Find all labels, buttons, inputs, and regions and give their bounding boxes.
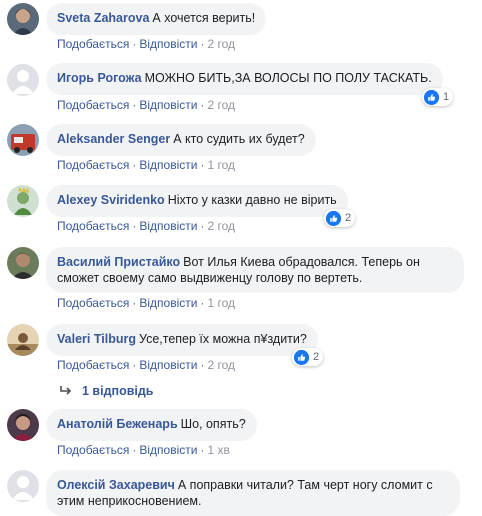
comment-bubble: Василий Пристайко Вот Илья Киева обрадова… xyxy=(46,247,464,293)
comment-author[interactable]: Valeri Tilburg xyxy=(57,332,136,346)
reaction-count: 1 xyxy=(443,91,450,103)
comment-time[interactable]: 1 год xyxy=(207,158,235,172)
comment-bubble: Sveta Zaharova А хочется верить! xyxy=(46,3,267,35)
separator: · xyxy=(132,37,137,51)
separator: · xyxy=(200,296,205,310)
like-icon xyxy=(424,89,439,105)
comment-author[interactable]: Анатолій Беженарь xyxy=(57,417,178,431)
comment-actions: Подобається · Відповісти · 1 год xyxy=(57,158,235,172)
like-link[interactable]: Подобається xyxy=(57,219,129,233)
comment-author[interactable]: Игорь Рогожа xyxy=(57,71,142,85)
comment-time[interactable]: 1 хв xyxy=(207,443,229,457)
avatar[interactable] xyxy=(7,64,39,96)
avatar[interactable] xyxy=(7,247,39,279)
comment-time[interactable]: 2 год xyxy=(207,219,235,233)
reply-link[interactable]: Відповісти xyxy=(139,158,197,172)
comment-actions: Подобається · Відповісти · 1 год xyxy=(57,296,235,310)
like-link[interactable]: Подобається xyxy=(57,98,129,112)
reply-link[interactable]: Відповісти xyxy=(139,443,197,457)
comment-time[interactable]: 2 год xyxy=(207,98,235,112)
comment-text: Усе,тепер їх можна п¥здити? xyxy=(138,332,307,346)
separator: · xyxy=(200,358,205,372)
separator: · xyxy=(132,443,137,457)
reply-link[interactable]: Відповісти xyxy=(139,37,197,51)
reply-link[interactable]: Відповісти xyxy=(139,98,197,112)
comment-bubble: Alexey Sviridenko Ніхто у казки давно не … xyxy=(46,185,348,217)
reaction-count: 2 xyxy=(313,351,320,363)
comment-time[interactable]: 1 год xyxy=(207,296,235,310)
separator: · xyxy=(132,158,137,172)
avatar[interactable] xyxy=(7,3,39,35)
replies-count[interactable]: 1 відповідь xyxy=(82,384,153,398)
comment-bubble: Анатолій Беженарь Шо, опять? xyxy=(46,409,257,441)
separator: · xyxy=(200,98,205,112)
avatar[interactable] xyxy=(7,409,39,441)
reaction-badge[interactable]: 1 xyxy=(422,88,454,106)
avatar[interactable] xyxy=(7,185,39,217)
like-link[interactable]: Подобається xyxy=(57,158,129,172)
reply-link[interactable]: Відповісти xyxy=(139,219,197,233)
separator: · xyxy=(200,37,205,51)
like-link[interactable]: Подобається xyxy=(57,37,129,51)
avatar[interactable] xyxy=(7,124,39,156)
like-link[interactable]: Подобається xyxy=(57,443,129,457)
separator: · xyxy=(200,219,205,233)
comment-bubble: Aleksander Senger А кто судить их будет? xyxy=(46,124,316,156)
reaction-badge[interactable]: 2 xyxy=(292,348,324,366)
separator: · xyxy=(132,219,137,233)
comment-author[interactable]: Олексій Захаревич xyxy=(57,478,175,492)
reaction-count: 2 xyxy=(345,212,352,224)
comment-time[interactable]: 2 год xyxy=(207,37,235,51)
comment-author[interactable]: Aleksander Senger xyxy=(57,132,170,146)
comment-text: А хочется верить! xyxy=(152,11,256,25)
like-icon xyxy=(326,210,341,226)
reaction-badge[interactable]: 2 xyxy=(324,209,356,227)
comment-bubble: Valeri Tilburg Усе,тепер їх можна п¥здити… xyxy=(46,324,318,356)
separator: · xyxy=(132,358,137,372)
comment-bubble: Олексій Захаревич А поправки читали? Там … xyxy=(46,470,460,516)
reply-arrow-icon xyxy=(60,384,72,398)
comment-actions: Подобається · Відповісти · 1 хв xyxy=(57,443,230,457)
like-link[interactable]: Подобається xyxy=(57,358,129,372)
reply-link[interactable]: Відповісти xyxy=(139,296,197,310)
like-link[interactable]: Подобається xyxy=(57,296,129,310)
comment-time[interactable]: 2 год xyxy=(207,358,235,372)
separator: · xyxy=(132,296,137,310)
comment-actions: Подобається · Відповісти · 2 год xyxy=(57,37,235,51)
comment-author[interactable]: Alexey Sviridenko xyxy=(57,193,165,207)
comment-text: МОЖНО БИТЬ,ЗА ВОЛОСЫ ПО ПОЛУ ТАСКАТЬ. xyxy=(144,71,432,85)
avatar[interactable] xyxy=(7,470,39,502)
comment-author[interactable]: Василий Пристайко xyxy=(57,255,180,269)
comment-text: Ніхто у казки давно не вірить xyxy=(167,193,337,207)
separator: · xyxy=(200,158,205,172)
separator: · xyxy=(200,443,205,457)
comment-text: А кто судить их будет? xyxy=(173,132,305,146)
avatar[interactable] xyxy=(7,324,39,356)
comment-bubble: Игорь Рогожа МОЖНО БИТЬ,ЗА ВОЛОСЫ ПО ПОЛУ… xyxy=(46,63,443,95)
comment-actions: Подобається · Відповісти · 2 год xyxy=(57,219,235,233)
comment-actions: Подобається · Відповісти · 2 год xyxy=(57,98,235,112)
reply-link[interactable]: Відповісти xyxy=(139,358,197,372)
separator: · xyxy=(132,98,137,112)
view-replies-link[interactable]: 1 відповідь xyxy=(60,384,153,398)
like-icon xyxy=(294,349,309,365)
comment-author[interactable]: Sveta Zaharova xyxy=(57,11,149,25)
comment-text: Шо, опять? xyxy=(180,417,246,431)
comment-actions: Подобається · Відповісти · 2 год xyxy=(57,358,235,372)
